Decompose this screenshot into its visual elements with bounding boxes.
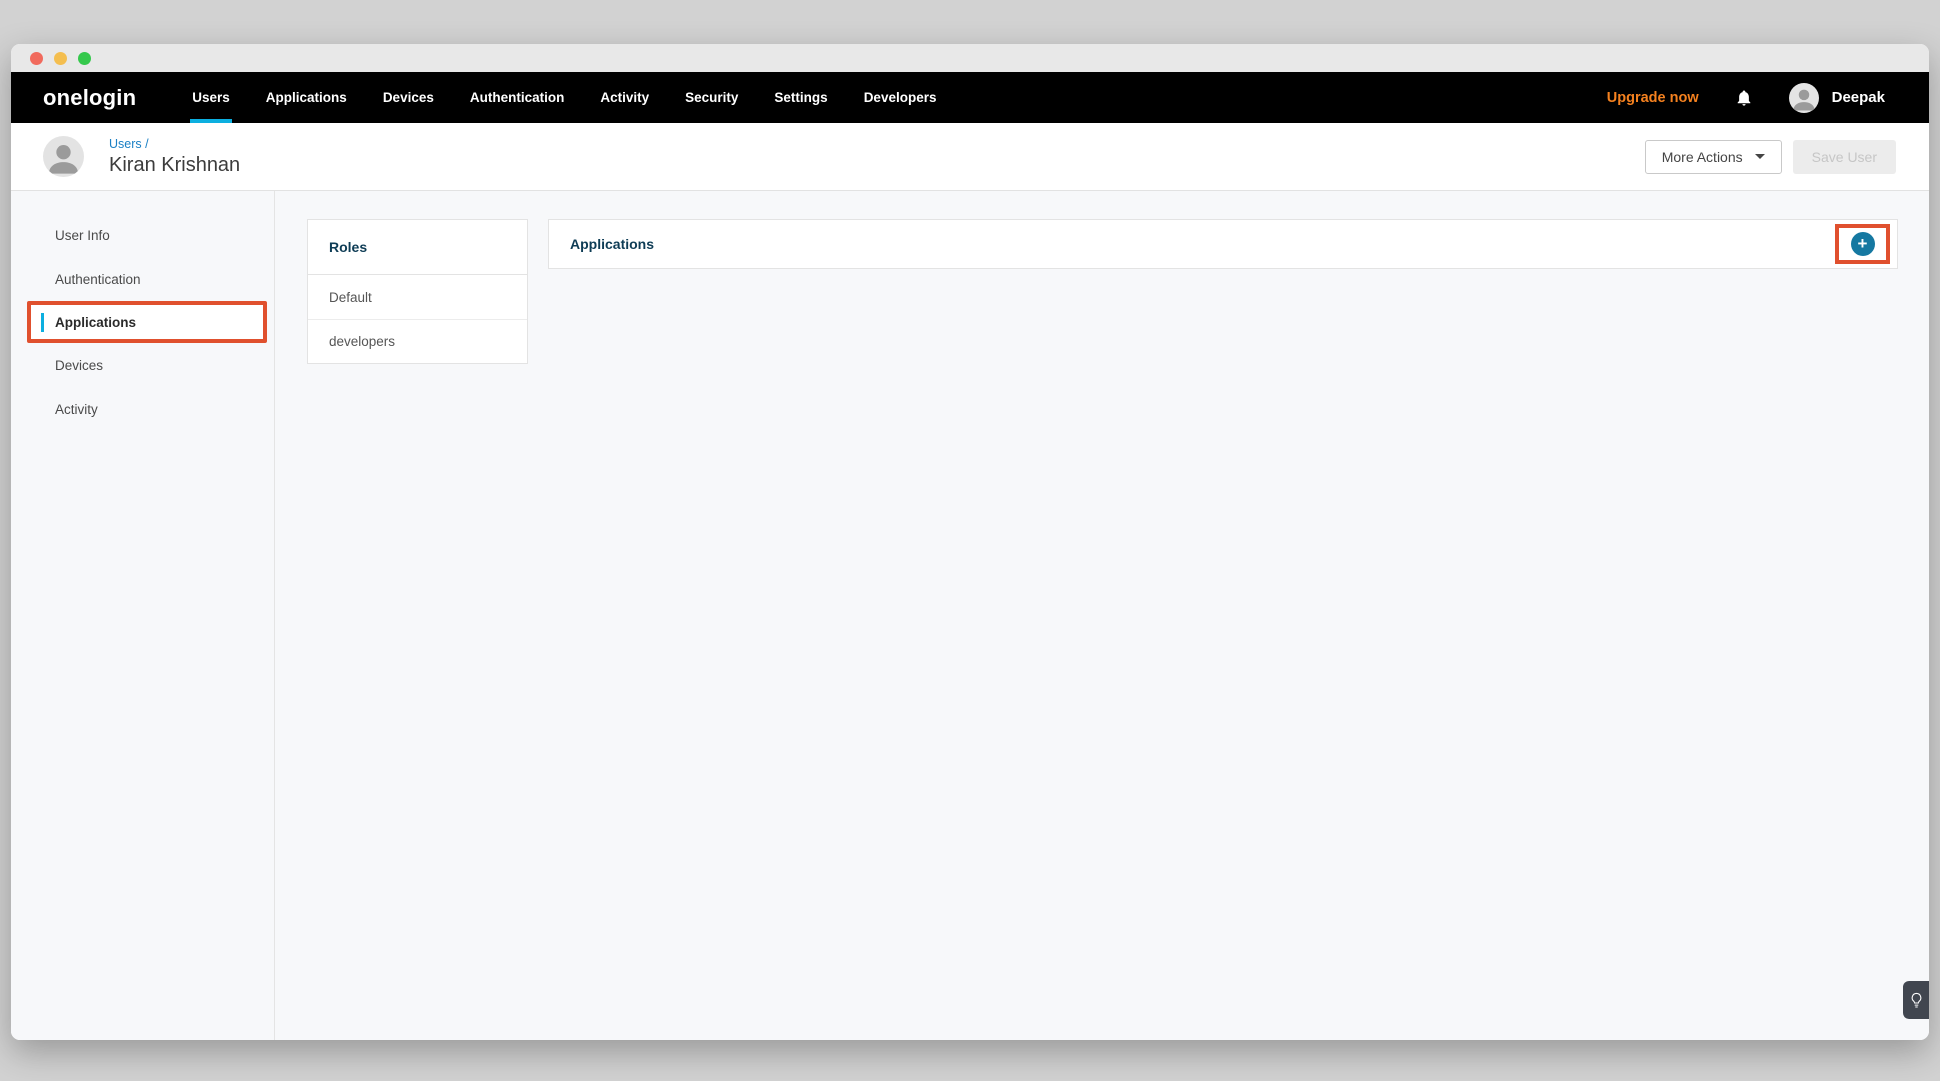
minimize-window-button[interactable] [54,52,67,65]
header-actions: More Actions Save User [1645,140,1896,174]
nav-tab-applications[interactable]: Applications [248,72,365,123]
breadcrumb[interactable]: Users / [109,137,240,151]
onelogin-logo[interactable]: onelogin [43,72,136,123]
sidebar-item-applications[interactable]: Applications [31,305,263,339]
user-avatar[interactable] [1789,83,1819,113]
add-application-button[interactable]: + [1851,232,1875,256]
profile-avatar [43,136,84,177]
plus-icon: + [1858,235,1868,252]
nav-tab-developers[interactable]: Developers [846,72,955,123]
sidebar-item-user-info[interactable]: User Info [11,213,274,257]
more-actions-button[interactable]: More Actions [1645,140,1782,174]
nav-tab-activity[interactable]: Activity [582,72,667,123]
main-panel: Roles Default developers Applications + [275,191,1929,1040]
top-navbar: onelogin Users Applications Devices Auth… [11,72,1929,123]
lightbulb-icon [1910,992,1923,1009]
sidebar-item-authentication[interactable]: Authentication [11,257,274,301]
logged-in-user-name[interactable]: Deepak [1832,89,1885,106]
user-sidebar: User Info Authentication Applications De… [11,191,275,1040]
annotation-highlight-box: Applications [27,301,267,343]
page-title: Kiran Krishnan [109,154,240,177]
nav-tab-authentication[interactable]: Authentication [452,72,583,123]
save-user-button[interactable]: Save User [1793,140,1896,174]
navbar-right: Upgrade now Deepak [1607,72,1929,123]
zoom-window-button[interactable] [78,52,91,65]
primary-nav: Users Applications Devices Authenticatio… [174,72,954,123]
annotation-highlight-box: + [1835,224,1890,264]
role-row-default[interactable]: Default [308,275,527,319]
content-area: User Info Authentication Applications De… [11,191,1929,1040]
more-actions-label: More Actions [1662,149,1743,165]
app-window: onelogin Users Applications Devices Auth… [11,44,1929,1040]
roles-panel-title: Roles [308,220,527,275]
role-row-developers[interactable]: developers [308,319,527,363]
header-text-block: Users / Kiran Krishnan [109,137,240,177]
nav-tab-security[interactable]: Security [667,72,756,123]
applications-panel-title: Applications [570,236,654,252]
page-header: Users / Kiran Krishnan More Actions Save… [11,123,1929,191]
applications-panel: Applications + [548,219,1898,269]
chevron-down-icon [1755,154,1765,159]
nav-tab-devices[interactable]: Devices [365,72,452,123]
window-titlebar [11,44,1929,72]
upgrade-now-link[interactable]: Upgrade now [1607,90,1699,106]
nav-tab-users[interactable]: Users [174,72,248,123]
sidebar-item-activity[interactable]: Activity [11,387,274,431]
close-window-button[interactable] [30,52,43,65]
roles-panel: Roles Default developers [307,219,528,364]
nav-tab-settings[interactable]: Settings [756,72,845,123]
sidebar-item-devices[interactable]: Devices [11,343,274,387]
help-hints-toggle[interactable] [1903,981,1929,1019]
notifications-bell-icon[interactable] [1735,88,1753,108]
